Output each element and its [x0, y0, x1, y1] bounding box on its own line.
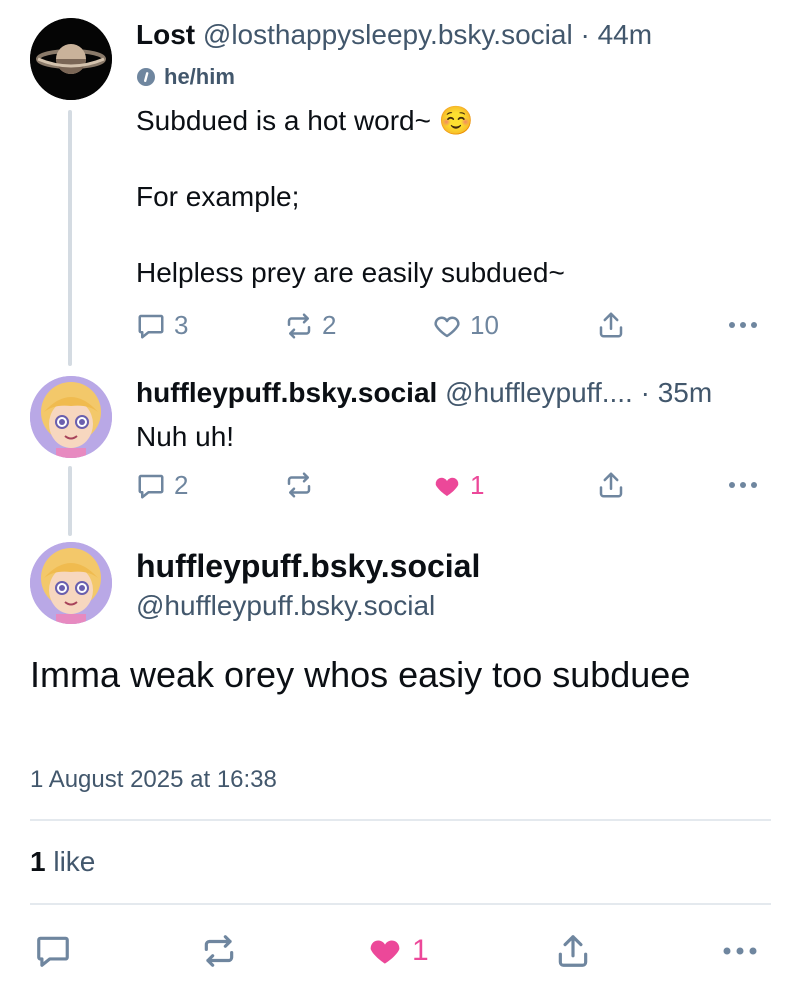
post1-share-button[interactable]	[596, 310, 626, 340]
post1-repost-count: 2	[322, 310, 337, 340]
thread-line-2	[68, 466, 72, 536]
like-count-summary[interactable]: 1 like	[30, 846, 95, 878]
saturn-avatar-image	[30, 18, 112, 100]
avatar-lost[interactable]	[30, 18, 112, 100]
post1-pronouns: he/him	[164, 64, 235, 89]
more-dots-icon	[729, 482, 757, 488]
post2-time: · 35m	[640, 377, 713, 408]
heart-icon	[434, 316, 460, 337]
thread-line-1	[68, 110, 72, 366]
main-repost-button[interactable]	[200, 932, 238, 970]
info-badge-icon	[137, 68, 155, 86]
share-upload-icon	[558, 935, 588, 967]
post1-reply-button[interactable]: 3	[136, 310, 188, 341]
post1-like-count: 10	[470, 310, 499, 340]
post2-share-button[interactable]	[596, 470, 626, 500]
main-author-handle[interactable]: @huffleypuff.bsky.social	[136, 590, 435, 622]
divider-top	[30, 819, 771, 821]
repost-arrows-icon	[204, 935, 234, 967]
post1-header: Lost @losthappysleepy.bsky.social · 44m	[136, 18, 652, 52]
post1-like-button[interactable]: 10	[432, 310, 499, 341]
post2-author-handle[interactable]: @huffleypuff....	[445, 377, 633, 408]
post2-author-name[interactable]: huffleypuff.bsky.social	[136, 377, 437, 408]
heart-icon	[435, 477, 459, 496]
main-more-button[interactable]	[720, 932, 760, 970]
heart-icon	[370, 940, 400, 964]
main-post-timestamp[interactable]: 1 August 2025 at 16:38	[30, 766, 277, 794]
speech-bubble-icon	[37, 936, 69, 967]
post1-repost-button[interactable]: 2	[284, 310, 336, 341]
share-upload-icon	[599, 472, 623, 498]
repost-arrows-icon	[287, 472, 311, 498]
cartoon-avatar-image	[30, 376, 112, 458]
post2-header: huffleypuff.bsky.social @huffleypuff....…	[136, 376, 712, 410]
cartoon-avatar-image	[30, 542, 112, 624]
post1-more-button[interactable]	[726, 310, 760, 340]
post1-author-handle[interactable]: @losthappysleepy.bsky.social	[203, 19, 573, 50]
post2-reply-button[interactable]: 2	[136, 470, 188, 501]
main-like-count: 1	[412, 934, 429, 967]
post2-like-button[interactable]: 1	[432, 470, 484, 501]
post1-text: Subdued is a hot word~ ☺️ For example; H…	[136, 105, 565, 288]
more-dots-icon	[723, 947, 757, 955]
avatar-huffleypuff-main[interactable]	[30, 542, 112, 624]
share-upload-icon	[599, 312, 623, 338]
divider-bottom	[30, 903, 771, 905]
like-count-label: like	[53, 846, 96, 877]
more-dots-icon	[729, 322, 757, 328]
repost-arrows-icon	[287, 313, 311, 338]
main-author-name[interactable]: huffleypuff.bsky.social	[136, 548, 480, 585]
post2-like-count: 1	[470, 470, 485, 500]
pronoun-row: he/him	[136, 64, 235, 90]
avatar-huffleypuff-reply[interactable]	[30, 376, 112, 458]
post1-time: · 44m	[580, 19, 653, 50]
speech-bubble-icon	[138, 314, 164, 338]
post2-reply-count: 2	[174, 470, 189, 500]
post2-repost-button[interactable]	[284, 470, 314, 500]
post2-more-button[interactable]	[726, 470, 760, 500]
speech-bubble-icon	[138, 474, 164, 498]
main-reply-button[interactable]	[34, 932, 72, 970]
post1-reply-count: 3	[174, 310, 189, 340]
main-like-button[interactable]: 1	[366, 932, 429, 970]
like-count-number: 1	[30, 846, 46, 877]
post1-author-name[interactable]: Lost	[136, 19, 195, 50]
main-share-button[interactable]	[554, 932, 592, 970]
post2-text: Nuh uh!	[136, 421, 235, 452]
main-post-text: Imma weak orey whos easiy too subduee	[30, 654, 691, 695]
